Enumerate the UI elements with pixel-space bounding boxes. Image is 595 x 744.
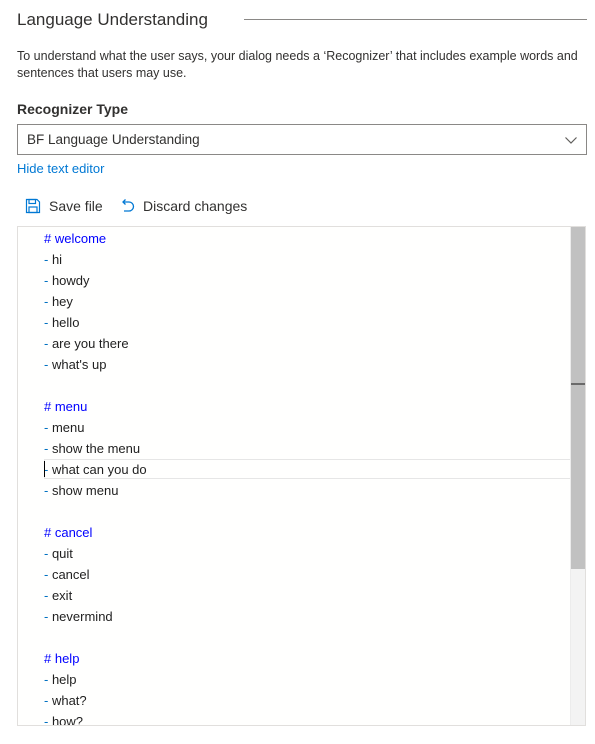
utterance-line: - what's up — [44, 354, 569, 375]
section-divider — [244, 19, 587, 20]
utterance-text: menu — [51, 420, 85, 435]
utterance-text: quit — [51, 546, 73, 561]
utterance-line: - how? — [44, 711, 569, 726]
utterance-line: - hello — [44, 312, 569, 333]
section-title: Language Understanding — [17, 10, 208, 29]
hide-text-editor-link[interactable]: Hide text editor — [17, 160, 104, 177]
recognizer-type-dropdown[interactable]: BF Language Understanding — [17, 124, 587, 155]
utterance-line: - are you there — [44, 333, 569, 354]
blank-line — [44, 501, 569, 522]
chevron-down-icon — [565, 137, 577, 144]
save-icon — [25, 198, 41, 214]
utterance-line: - quit — [44, 543, 569, 564]
utterance-text: nevermind — [51, 609, 113, 624]
utterance-line: - help — [44, 669, 569, 690]
list-dash: - — [44, 315, 52, 330]
utterance-text: hey — [51, 294, 73, 309]
text-cursor — [44, 461, 45, 477]
utterance-text: are you there — [51, 336, 129, 351]
list-dash: - — [44, 294, 52, 309]
utterance-line: - menu — [44, 417, 569, 438]
scrollbar-position-marker — [571, 383, 585, 385]
section-header: Language Understanding — [17, 9, 587, 31]
list-dash: - — [44, 714, 52, 726]
list-dash: - — [44, 567, 52, 582]
recognizer-type-value: BF Language Understanding — [27, 132, 200, 147]
section-description: To understand what the user says, your d… — [17, 49, 578, 80]
save-file-button[interactable]: Save file — [25, 193, 103, 219]
list-dash: - — [44, 672, 52, 687]
utterance-line: - hi — [44, 249, 569, 270]
utterance-text: howdy — [51, 273, 90, 288]
editor-toolbar: Save file Discard changes — [17, 193, 417, 219]
code-lines: # welcome - hi - howdy - hey - hello - are yo… — [44, 228, 569, 726]
utterance-text: hi — [51, 252, 63, 267]
intent-heading-line: # welcome — [44, 231, 107, 246]
blank-line — [44, 375, 569, 396]
utterance-line: - exit — [44, 585, 569, 606]
save-file-label: Save file — [49, 198, 103, 214]
recognizer-type-label: Recognizer Type — [17, 101, 128, 117]
utterance-text: exit — [51, 588, 73, 603]
utterance-text: what? — [51, 693, 87, 708]
list-dash: - — [44, 609, 52, 624]
discard-changes-button[interactable]: Discard changes — [119, 193, 247, 219]
utterance-line: - show menu — [44, 480, 569, 501]
utterance-text: how? — [51, 714, 84, 726]
list-dash: - — [44, 273, 52, 288]
undo-icon — [122, 199, 135, 212]
list-dash: - — [44, 357, 52, 372]
utterance-text: hello — [51, 315, 80, 330]
utterance-line: - what can you do — [44, 459, 569, 480]
scrollbar-thumb[interactable] — [571, 227, 585, 569]
utterance-text: what's up — [51, 357, 107, 372]
utterance-text: show the menu — [51, 441, 141, 456]
intent-heading-line: # cancel — [44, 525, 93, 540]
discard-changes-label: Discard changes — [143, 198, 248, 214]
intent-heading-line: # menu — [44, 399, 88, 414]
utterance-line: - howdy — [44, 270, 569, 291]
list-dash: - — [44, 336, 52, 351]
list-dash: - — [44, 483, 52, 498]
utterance-line: - nevermind — [44, 606, 569, 627]
list-dash: - — [44, 252, 52, 267]
list-dash: - — [44, 588, 52, 603]
lu-text-editor[interactable]: # welcome - hi - howdy - hey - hello - are yo… — [17, 226, 586, 726]
utterance-text: cancel — [51, 567, 90, 582]
list-dash: - — [44, 693, 52, 708]
list-dash: - — [44, 546, 52, 561]
utterance-text: help — [51, 672, 77, 687]
utterance-line: - what? — [44, 690, 569, 711]
intent-heading-line: # help — [44, 651, 80, 666]
list-dash: - — [44, 462, 52, 477]
utterance-line: - show the menu — [44, 438, 569, 459]
utterance-line: - hey — [44, 291, 569, 312]
utterance-line: - cancel — [44, 564, 569, 585]
vertical-scrollbar[interactable] — [570, 227, 585, 725]
utterance-text: show menu — [51, 483, 119, 498]
blank-line — [44, 627, 569, 648]
list-dash: - — [44, 441, 52, 456]
list-dash: - — [44, 420, 52, 435]
utterance-text: what can you do — [51, 462, 147, 477]
